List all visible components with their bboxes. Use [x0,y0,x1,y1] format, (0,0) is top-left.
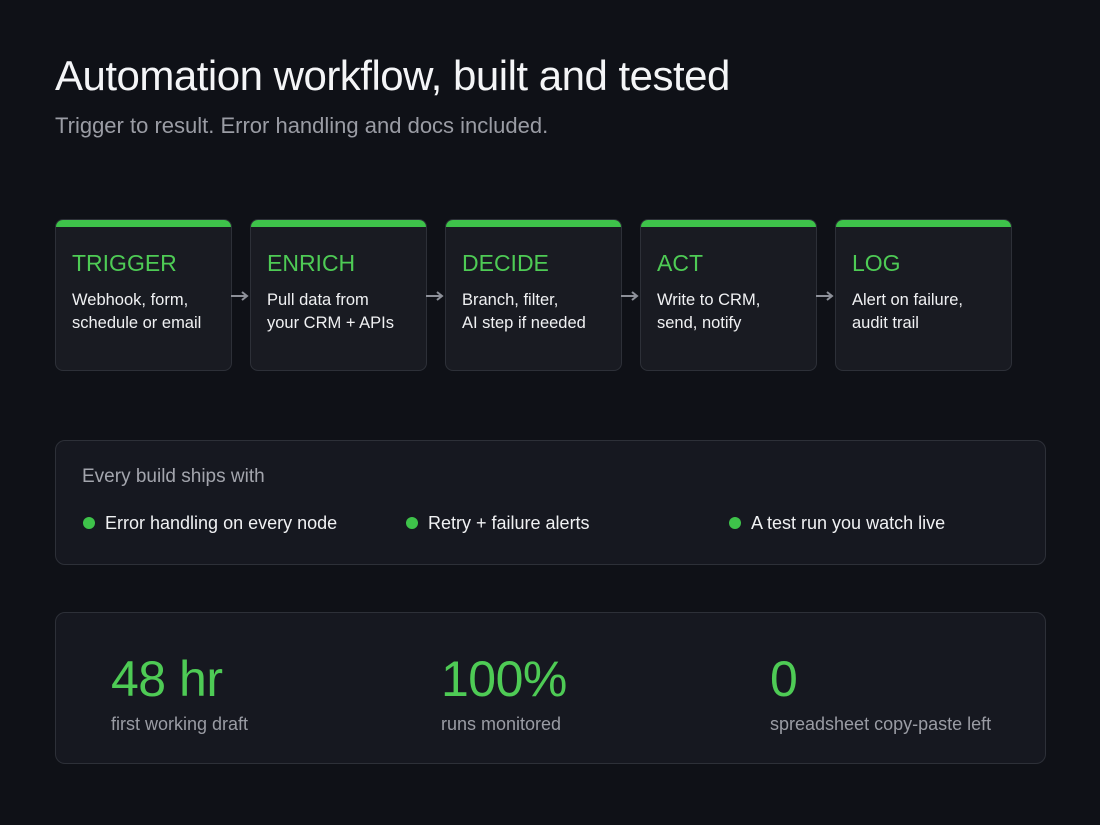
step-description: Webhook, form, schedule or email [72,291,202,332]
page-title: Automation workflow, built and tested [55,52,730,99]
step-card-log: LOG Alert on failure, audit trail [835,219,1012,371]
stat-label: spreadsheet copy-paste left [770,714,992,734]
green-dot-icon [406,517,418,529]
step-description: Branch, filter, AI step if needed [462,291,586,332]
feature-label: A test run you watch live [751,513,946,533]
stats-panel: 48 hr first working draft 100% runs moni… [55,612,1046,764]
step-card-act: ACT Write to CRM, send, notify [640,219,817,371]
step-title: ACT [657,250,703,276]
step-card-enrich: ENRICH Pull data from your CRM + APIs [250,219,427,371]
step-accent-bar [251,220,426,227]
feature-label: Retry + failure alerts [428,513,590,533]
page-subtitle: Trigger to result. Error handling and do… [55,113,549,138]
step-title: TRIGGER [72,250,177,276]
stat-value: 48 hr [111,651,223,707]
step-description: Pull data from your CRM + APIs [267,291,394,332]
features-panel: Every build ships with Error handling on… [55,440,1046,565]
step-description: Write to CRM, send, notify [657,291,761,332]
arrow-right-icon [621,289,641,303]
step-description: Alert on failure, audit trail [852,291,963,332]
stat-value: 0 [770,651,798,707]
arrow-right-icon [426,289,446,303]
step-accent-bar [446,220,621,227]
stat-label: first working draft [111,714,249,734]
step-accent-bar [836,220,1011,227]
green-dot-icon [729,517,741,529]
workflow-steps: TRIGGER Webhook, form, schedule or email… [55,219,1015,373]
green-dot-icon [83,517,95,529]
step-accent-bar [641,220,816,227]
stat-value: 100% [441,651,567,707]
step-title: ENRICH [267,250,356,276]
step-accent-bar [56,220,231,227]
feature-label: Error handling on every node [105,513,338,533]
step-card-trigger: TRIGGER Webhook, form, schedule or email [55,219,232,371]
features-heading: Every build ships with [82,466,265,487]
step-title: DECIDE [462,250,549,276]
step-title: LOG [852,250,901,276]
arrow-right-icon [816,289,836,303]
stat-label: runs monitored [441,714,562,734]
arrow-right-icon [231,289,251,303]
step-card-decide: DECIDE Branch, filter, AI step if needed [445,219,622,371]
